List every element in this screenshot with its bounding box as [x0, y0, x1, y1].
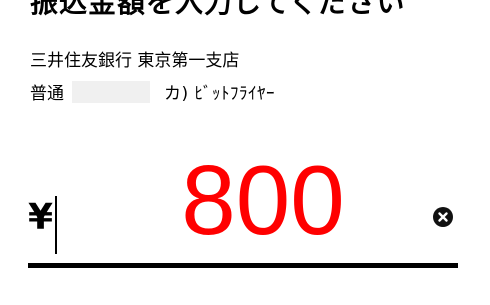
account-info: 普通 カ) ﾋﾞｯﾄﾌﾗｲﾔｰ	[30, 79, 275, 104]
amount-entry: ¥	[28, 150, 460, 268]
page-title: 振込金額を入力してください	[30, 0, 406, 19]
account-number-mask	[72, 80, 150, 103]
account-holder-name: カ) ﾋﾞｯﾄﾌﾗｲﾔｰ	[164, 84, 276, 104]
clear-amount-button[interactable]	[433, 207, 453, 227]
close-circle-icon	[438, 212, 448, 222]
amount-underline	[28, 263, 458, 268]
currency-symbol: ¥	[28, 197, 54, 238]
account-type: 普通	[30, 84, 64, 104]
text-cursor	[55, 196, 57, 254]
bank-branch-name: 三井住友銀行 東京第一支店	[30, 51, 240, 71]
amount-input[interactable]	[148, 150, 378, 250]
